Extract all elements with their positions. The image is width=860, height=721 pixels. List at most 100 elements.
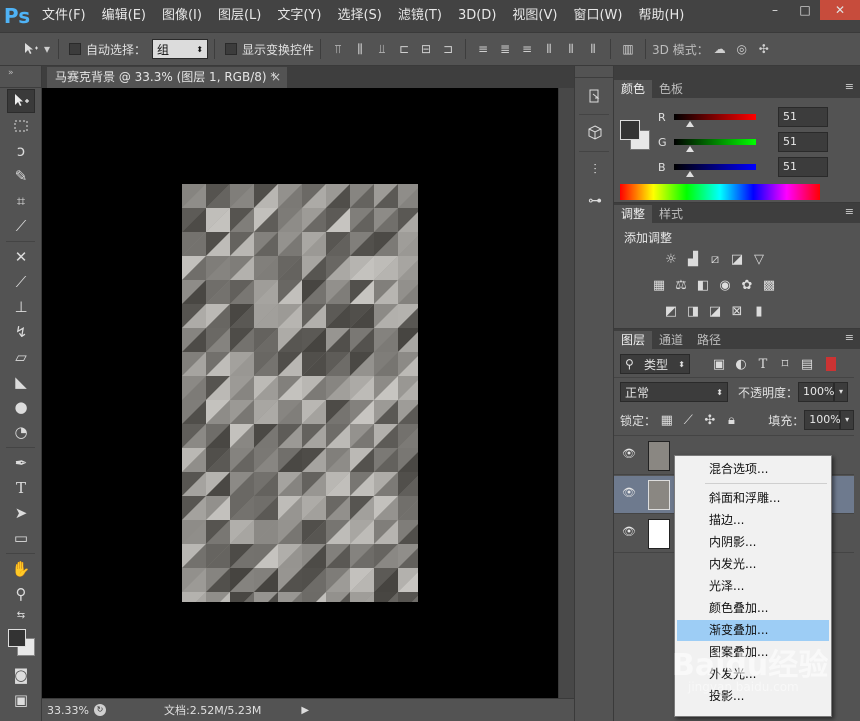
status-info-icon[interactable]: ↻ (94, 704, 106, 716)
lock-image-icon[interactable]: ⟋ (678, 410, 700, 430)
screen-mode-icon[interactable]: ▣ (7, 688, 35, 712)
tab-adjustments[interactable]: 调整 (614, 205, 653, 223)
panel-menu-icon[interactable]: ≡ (845, 80, 854, 93)
levels-icon[interactable]: ▟ (682, 249, 704, 269)
blur-tool-icon[interactable]: ● (7, 395, 35, 419)
threshold-icon[interactable]: ◪ (704, 301, 726, 321)
gradient-map-icon[interactable]: ▮ (748, 301, 770, 321)
hand-tool-icon[interactable]: ✋ (7, 557, 35, 581)
menu-gradient-overlay[interactable]: 渐变叠加... (677, 620, 829, 641)
menu-inner-glow[interactable]: 内发光... (677, 554, 829, 575)
filter-shape-icon[interactable]: ⌑ (774, 354, 796, 374)
lasso-tool-icon[interactable]: ↄ (7, 139, 35, 163)
lock-transparent-icon[interactable]: ▦ (656, 410, 678, 430)
menu-select[interactable]: 选择(S) (329, 0, 389, 32)
brightness-contrast-icon[interactable]: ☼ (660, 249, 682, 269)
color-lookup-icon[interactable]: ▩ (758, 275, 780, 295)
eraser-tool-icon[interactable]: ▱ (7, 345, 35, 369)
drag-3d-icon[interactable]: ✣ (753, 39, 775, 59)
healing-brush-tool-icon[interactable]: ✕ (7, 245, 35, 269)
rectangle-tool-icon[interactable]: ▭ (7, 526, 35, 550)
brush-presets-icon[interactable]: ⫶ (582, 157, 608, 183)
menu-satin[interactable]: 光泽... (677, 576, 829, 597)
canvas-area[interactable] (42, 88, 558, 698)
maximize-button[interactable]: □ (790, 0, 820, 20)
menu-type[interactable]: 文字(Y) (269, 0, 329, 32)
menu-stroke[interactable]: 描边... (677, 510, 829, 531)
exposure-icon[interactable]: ◪ (726, 249, 748, 269)
tool-preset-dropdown-icon[interactable]: ▾ (42, 39, 52, 59)
fill-input[interactable]: 100% (804, 410, 841, 430)
green-value-input[interactable]: 51 (778, 132, 828, 152)
red-value-input[interactable]: 51 (778, 107, 828, 127)
zoom-tool-icon[interactable]: ⚲ (7, 582, 35, 606)
red-slider-track[interactable] (674, 114, 756, 127)
3d-panel-icon[interactable] (582, 120, 608, 146)
panel-menu-icon[interactable]: ≡ (845, 331, 854, 344)
crop-tool-icon[interactable]: ⌗ (7, 189, 35, 213)
align-vcenter-icon[interactable]: ⫼ (349, 39, 371, 59)
pen-tool-icon[interactable]: ✒ (7, 451, 35, 475)
tab-styles[interactable]: 样式 (652, 205, 690, 223)
blue-value-input[interactable]: 51 (778, 157, 828, 177)
vertical-scrollbar[interactable] (558, 88, 574, 698)
opacity-input[interactable]: 100% (798, 382, 834, 402)
distribute-bottom-icon[interactable]: ≡ (516, 39, 538, 59)
align-hcenter-icon[interactable]: ⊟ (415, 39, 437, 59)
filter-adjustment-icon[interactable]: ◐ (730, 354, 752, 374)
tab-paths[interactable]: 路径 (690, 331, 728, 349)
quick-select-tool-icon[interactable]: ✎ (7, 164, 35, 188)
history-panel-icon[interactable] (582, 83, 608, 109)
channel-mixer-icon[interactable]: ✿ (736, 275, 758, 295)
eye-icon[interactable]: 👁︎ (622, 486, 636, 500)
filter-pixel-icon[interactable]: ▣ (708, 354, 730, 374)
path-select-tool-icon[interactable]: ➤ (7, 501, 35, 525)
panel-menu-icon[interactable]: ≡ (845, 205, 854, 218)
swap-colors-icon[interactable]: ⇆ (7, 607, 35, 623)
show-transform-checkbox[interactable] (225, 43, 238, 55)
brush-settings-icon[interactable]: ⊶ (582, 188, 608, 214)
menu-3d[interactable]: 3D(D) (450, 0, 504, 32)
foreground-color-swatch[interactable] (8, 629, 26, 647)
menu-color-overlay[interactable]: 颜色叠加... (677, 598, 829, 619)
tab-swatches[interactable]: 色板 (652, 80, 690, 98)
filter-smart-object-icon[interactable]: ▤ (796, 354, 818, 374)
blue-slider-track[interactable] (674, 164, 756, 177)
blend-mode-dropdown[interactable]: 正常 ⬍ (620, 382, 728, 402)
minimize-button[interactable]: – (760, 0, 790, 20)
opacity-dropdown-icon[interactable]: ▾ (834, 382, 849, 402)
menu-edit[interactable]: 编辑(E) (94, 0, 154, 32)
status-menu-arrow-icon[interactable]: ▶ (301, 705, 309, 716)
type-tool-icon[interactable]: T (7, 476, 35, 500)
tab-channels[interactable]: 通道 (652, 331, 690, 349)
quick-mask-icon[interactable]: ◙ (7, 663, 35, 687)
green-slider-thumb[interactable] (686, 146, 695, 152)
menu-help[interactable]: 帮助(H) (630, 0, 692, 32)
dodge-tool-icon[interactable]: ◔ (7, 420, 35, 444)
lock-all-icon[interactable]: 🔒︎ (721, 410, 743, 430)
zoom-level[interactable]: 33.33% (42, 704, 94, 717)
roll-3d-icon[interactable]: ◎ (731, 39, 753, 59)
eye-icon[interactable]: 👁︎ (622, 447, 636, 461)
curves-icon[interactable]: ⧄ (704, 249, 726, 269)
green-slider-track[interactable] (674, 139, 756, 152)
strip-collapse-icon[interactable] (575, 66, 613, 78)
color-balance-icon[interactable]: ⚖ (670, 275, 692, 295)
paint-bucket-tool-icon[interactable]: ◣ (7, 370, 35, 394)
distribute-left-icon[interactable]: ⦀ (538, 39, 560, 59)
hue-saturation-icon[interactable]: ▦ (648, 275, 670, 295)
menu-bevel-emboss[interactable]: 斜面和浮雕... (677, 488, 829, 509)
vibrance-icon[interactable]: ▽ (748, 249, 770, 269)
menu-blending-options[interactable]: 混合选项... (677, 459, 829, 480)
close-icon[interactable]: × (271, 67, 281, 88)
move-tool-icon[interactable] (7, 89, 35, 113)
close-button[interactable]: ✕ (820, 0, 860, 20)
menu-file[interactable]: 文件(F) (34, 0, 94, 32)
menu-image[interactable]: 图像(I) (154, 0, 210, 32)
distribute-hcenter-icon[interactable]: ⦀ (560, 39, 582, 59)
fill-dropdown-icon[interactable]: ▾ (840, 410, 854, 430)
invert-icon[interactable]: ◩ (660, 301, 682, 321)
layer-thumbnail[interactable] (648, 480, 670, 510)
blue-slider-thumb[interactable] (686, 171, 695, 177)
mosaic-image[interactable] (182, 184, 418, 602)
